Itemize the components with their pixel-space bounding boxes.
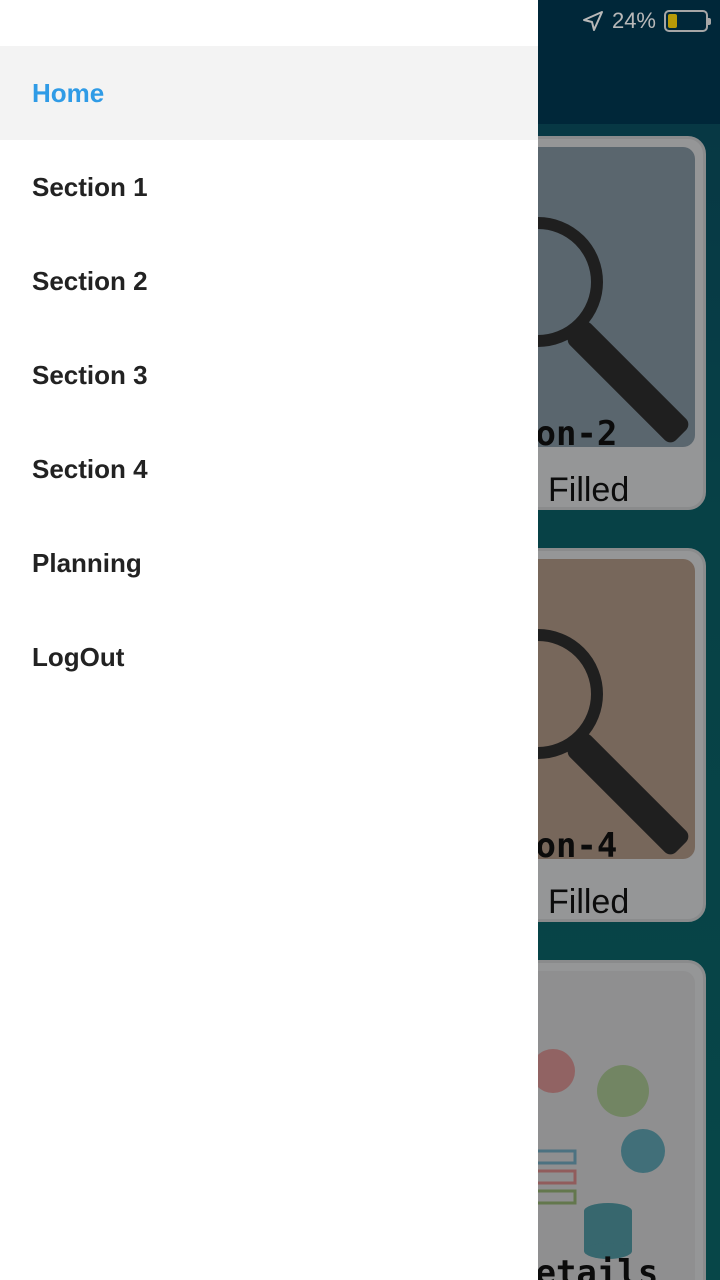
menu-item-section-4[interactable]: Section 4 bbox=[0, 422, 538, 516]
menu-item-planning[interactable]: Planning bbox=[0, 516, 538, 610]
menu-item-section-1[interactable]: Section 1 bbox=[0, 140, 538, 234]
menu-item-home[interactable]: Home bbox=[0, 46, 538, 140]
menu-item-logout[interactable]: LogOut bbox=[0, 610, 538, 704]
drawer-top-spacer bbox=[0, 0, 538, 46]
menu-item-section-2[interactable]: Section 2 bbox=[0, 234, 538, 328]
menu-item-section-3[interactable]: Section 3 bbox=[0, 328, 538, 422]
navigation-drawer: Home Section 1 Section 2 Section 3 Secti… bbox=[0, 0, 538, 1280]
